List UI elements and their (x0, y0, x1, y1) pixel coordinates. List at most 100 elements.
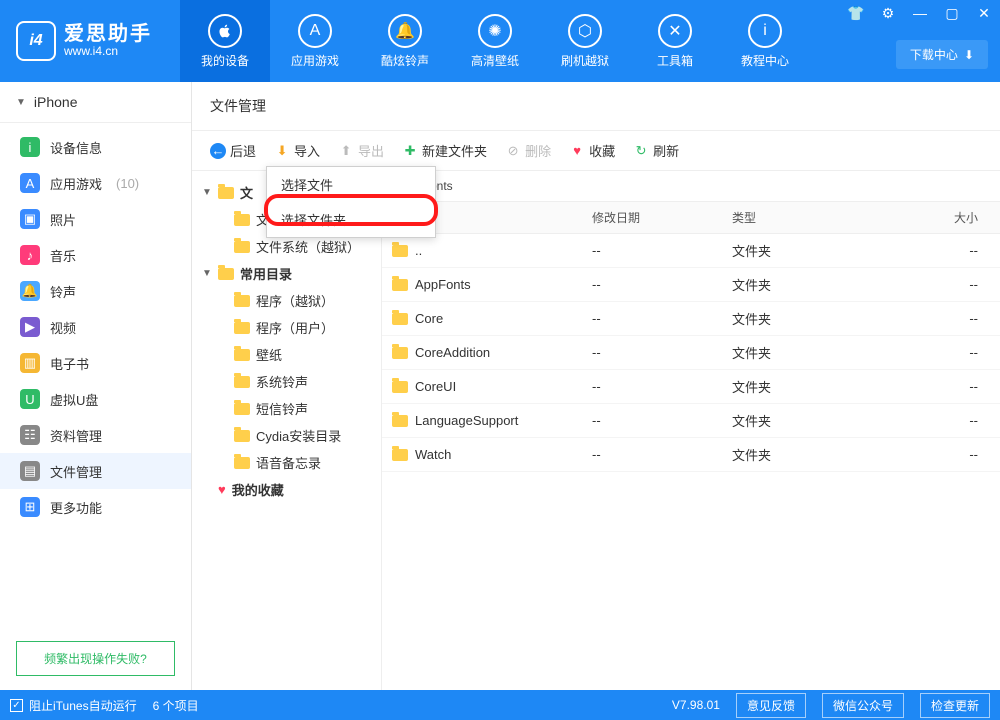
tree-item[interactable]: 程序（越狱） (196, 287, 377, 314)
file-size: -- (922, 372, 1000, 401)
refresh-button[interactable]: ↻刷新 (633, 141, 679, 160)
troubleshoot-link[interactable]: 频繁出现操作失败? (16, 641, 175, 676)
sidebar-item-label: 更多功能 (50, 498, 102, 517)
table-row[interactable]: LanguageSupport--文件夹-- (382, 404, 1000, 438)
file-pane: brary/Fonts 称 ▴ 修改日期 类型 大小 ..--文件夹--AppF… (382, 171, 1000, 690)
tree-item[interactable]: 短信铃声 (196, 395, 377, 422)
tree-item[interactable]: 语音备忘录 (196, 449, 377, 476)
feedback-button[interactable]: 意见反馈 (736, 693, 806, 718)
tree-favorites[interactable]: ♥我的收藏 (196, 476, 377, 503)
nav-label: 应用游戏 (291, 52, 339, 69)
nav-my-device[interactable]: 我的设备 (180, 0, 270, 82)
file-size: -- (922, 406, 1000, 435)
download-center-label: 下载中心 (910, 46, 958, 63)
download-center-button[interactable]: 下载中心 ⬇ (896, 40, 988, 69)
settings-icon[interactable]: ⚙ (872, 0, 904, 26)
table-row[interactable]: Watch--文件夹-- (382, 438, 1000, 472)
folder-icon (392, 347, 408, 359)
device-selector[interactable]: ▼ iPhone (0, 82, 191, 123)
folder-icon (234, 457, 250, 469)
tb-label: 新建文件夹 (422, 141, 487, 160)
table-row[interactable]: ..--文件夹-- (382, 234, 1000, 268)
device-name: iPhone (34, 94, 78, 110)
sidebar-item-music[interactable]: ♪音乐 (0, 237, 191, 273)
sidebar-item-ringtones[interactable]: 🔔铃声 (0, 273, 191, 309)
version-label: V7.98.01 (672, 698, 720, 712)
data-icon: ☷ (20, 425, 40, 445)
file-date: -- (582, 440, 722, 469)
sidebar-item-photos[interactable]: ▣照片 (0, 201, 191, 237)
info-icon: i (20, 137, 40, 157)
table-row[interactable]: AppFonts--文件夹-- (382, 268, 1000, 302)
back-button[interactable]: ←后退 (210, 141, 256, 160)
sidebar-item-data[interactable]: ☷ 资料管理 (0, 417, 191, 453)
nav-toolbox[interactable]: ✕ 工具箱 (630, 0, 720, 82)
folder-icon (392, 245, 408, 257)
titlebar: i4 爱思助手 www.i4.cn 我的设备 A 应用游戏 🔔 酷炫铃声 ✺ 高… (0, 0, 1000, 82)
tree-label: 语音备忘录 (256, 453, 321, 472)
sidebar-item-ebooks[interactable]: ▥电子书 (0, 345, 191, 381)
caret-icon: ▼ (202, 268, 212, 279)
tree-item[interactable]: Cydia安装目录 (196, 422, 377, 449)
apple-icon (208, 14, 242, 48)
file-name: AppFonts (415, 277, 471, 292)
minimize-button[interactable]: — (904, 0, 936, 26)
sidebar-item-more[interactable]: ⊞更多功能 (0, 489, 191, 525)
nav-tutorial[interactable]: i 教程中心 (720, 0, 810, 82)
sidebar-item-deviceinfo[interactable]: i 设备信息 (0, 129, 191, 165)
sidebar-item-label: 照片 (50, 210, 76, 229)
delete-icon: ⊘ (505, 143, 521, 159)
itunes-toggle[interactable]: ✓阻止iTunes自动运行 (10, 697, 137, 714)
popup-select-file[interactable]: 选择文件 (267, 167, 435, 202)
folder-icon (218, 268, 234, 280)
import-button[interactable]: ⬇导入 (274, 141, 320, 160)
col-date[interactable]: 修改日期 (582, 202, 722, 233)
wechat-button[interactable]: 微信公众号 (822, 693, 904, 718)
tree-item[interactable]: 系统铃声 (196, 368, 377, 395)
path-bar[interactable]: brary/Fonts (382, 171, 1000, 201)
file-name: CoreAddition (415, 345, 490, 360)
sidebar-item-label: 资料管理 (50, 426, 102, 445)
sidebar-item-files[interactable]: ▤文件管理 (0, 453, 191, 489)
folder-icon (234, 241, 250, 253)
export-button[interactable]: ⬆导出 (338, 141, 384, 160)
file-name: .. (415, 243, 422, 258)
nav-ringtones[interactable]: 🔔 酷炫铃声 (360, 0, 450, 82)
newfolder-button[interactable]: ✚新建文件夹 (402, 141, 487, 160)
tree-label: 系统铃声 (256, 372, 308, 391)
nav-flash[interactable]: ⬡ 刷机越狱 (540, 0, 630, 82)
favorite-button[interactable]: ♥收藏 (569, 141, 615, 160)
popup-select-folder[interactable]: 选择文件夹 (267, 202, 435, 237)
file-type: 文件夹 (722, 404, 922, 437)
file-name: LanguageSupport (415, 413, 518, 428)
sidebar-item-apps[interactable]: A应用游戏(10) (0, 165, 191, 201)
folder-icon (234, 295, 250, 307)
file-name: Core (415, 311, 443, 326)
wallpaper-icon: ✺ (478, 14, 512, 48)
skin-icon[interactable]: 👕 (840, 0, 872, 26)
table-row[interactable]: CoreAddition--文件夹-- (382, 336, 1000, 370)
col-type[interactable]: 类型 (722, 202, 922, 233)
sidebar-item-video[interactable]: ▶视频 (0, 309, 191, 345)
table-row[interactable]: Core--文件夹-- (382, 302, 1000, 336)
tree-common[interactable]: ▼常用目录 (196, 260, 377, 287)
folder-icon (392, 415, 408, 427)
nav-apps[interactable]: A 应用游戏 (270, 0, 360, 82)
update-button[interactable]: 检查更新 (920, 693, 990, 718)
sidebar-item-udisk[interactable]: U虚拟U盘 (0, 381, 191, 417)
chevron-down-icon: ▼ (16, 97, 26, 108)
file-size: -- (922, 270, 1000, 299)
nav-wallpapers[interactable]: ✺ 高清壁纸 (450, 0, 540, 82)
close-button[interactable]: ✕ (968, 0, 1000, 26)
tree-item[interactable]: 壁纸 (196, 341, 377, 368)
maximize-button[interactable]: ▢ (936, 0, 968, 26)
tree-label: 程序（用户） (256, 318, 334, 337)
folder-icon (392, 279, 408, 291)
nav-label: 教程中心 (741, 52, 789, 69)
sidebar-item-label: 设备信息 (50, 138, 102, 157)
app-logo-icon: i4 (16, 21, 56, 61)
col-size[interactable]: 大小 (922, 202, 1000, 233)
table-row[interactable]: CoreUI--文件夹-- (382, 370, 1000, 404)
tree-item[interactable]: 程序（用户） (196, 314, 377, 341)
delete-button[interactable]: ⊘删除 (505, 141, 551, 160)
